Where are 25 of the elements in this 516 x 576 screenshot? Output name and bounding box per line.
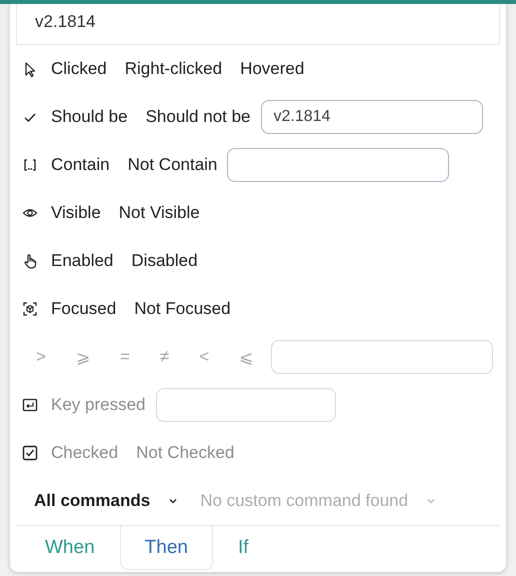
condition-option[interactable]: Hovered — [240, 59, 304, 79]
checkbox-icon — [22, 445, 38, 461]
input-field[interactable]: v2.1814 — [260, 100, 482, 134]
condition-option[interactable]: Visible — [51, 203, 101, 223]
condition-option[interactable]: Not Contain — [128, 155, 218, 175]
condition-option[interactable]: Contain — [51, 155, 110, 175]
condition-option[interactable]: Should not be — [146, 107, 250, 127]
condition-option[interactable]: Focused — [51, 299, 116, 319]
hand-icon — [22, 253, 38, 269]
condition-option[interactable]: Disabled — [131, 251, 198, 271]
enter-key-icon — [22, 397, 38, 413]
focus-icon — [22, 301, 38, 317]
condition-option[interactable]: Not Focused — [134, 299, 231, 319]
caret-icon — [168, 496, 178, 506]
input-field[interactable] — [227, 148, 450, 182]
condition-option[interactable]: Not Visible — [118, 203, 200, 223]
condition-option[interactable]: Clicked — [51, 59, 107, 79]
brackets-icon — [22, 157, 38, 173]
condition-option[interactable]: Right-clicked — [124, 59, 222, 79]
input-field[interactable]: v2.1814 — [16, 4, 500, 45]
caret-icon — [426, 496, 436, 506]
command-dropdown[interactable]: All commands — [34, 491, 178, 511]
condition-option[interactable]: Should be — [51, 107, 128, 127]
condition-option[interactable]: Enabled — [51, 251, 114, 271]
tab[interactable]: Then — [120, 526, 213, 570]
